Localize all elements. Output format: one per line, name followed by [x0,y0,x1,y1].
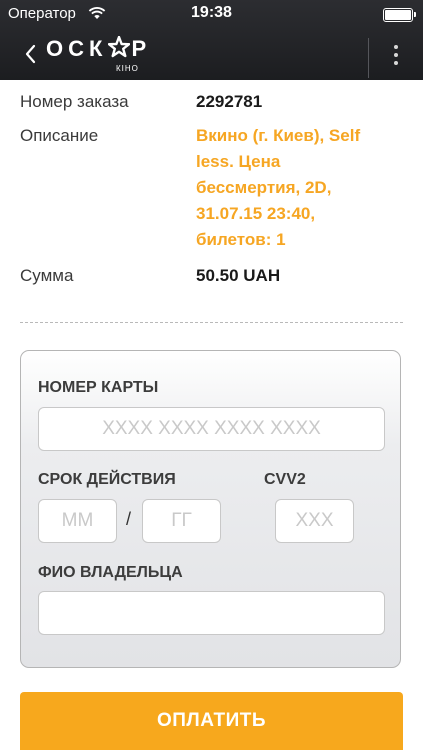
back-button[interactable] [22,42,40,66]
battery-icon [383,8,416,22]
logo-subtitle: КІНО [116,64,139,73]
logo-text-left: ОСК [46,36,108,61]
clock: 19:38 [191,4,232,21]
card-number-label: НОМЕР КАРТЫ [38,379,159,396]
logo-text-right: Р [131,36,152,61]
sum-label: Сумма [20,266,74,285]
cvv-label: CVV2 [264,471,306,488]
menu-button[interactable] [383,42,409,68]
dashed-divider [20,322,403,323]
expiry-label: СРОК ДЕЙСТВИЯ [38,471,176,488]
card-form: НОМЕР КАРТЫ СРОК ДЕЙСТВИЯ CVV2 / ФИО ВЛА… [20,350,401,668]
oscar-logo: ОСК Р КІНО [46,35,166,76]
pay-button[interactable]: ОПЛАТИТЬ [20,692,403,750]
order-number-label: Номер заказа [20,92,129,111]
sum-value: 50.50 UAH [196,266,281,285]
expiry-year-input[interactable] [142,499,221,543]
app-header: Оператор 19:38 ОСК Р КІНО [0,0,423,80]
navigation-bar: ОСК Р КІНО [0,28,423,80]
description-line: билетов: 1 [196,230,286,249]
cvv-input[interactable] [275,499,354,543]
description-value: Вкино (г. Киев), Self less. Цена бессмер… [196,123,396,253]
cardholder-name-input[interactable] [38,591,385,635]
description-label: Описание [20,126,99,145]
expiry-month-input[interactable] [38,499,117,543]
status-bar: Оператор 19:38 [0,0,423,28]
star-icon [108,35,131,64]
nav-divider [368,38,369,78]
cardholder-label: ФИО ВЛАДЕЛЬЦА [38,564,183,581]
description-line: бессмертия, 2D, [196,178,332,197]
chevron-left-icon [25,44,36,64]
description-line: 31.07.15 23:40, [196,204,316,223]
card-number-input[interactable] [38,407,385,451]
description-line: Вкино (г. Киев), Self [196,126,361,145]
order-number-value: 2292781 [196,92,263,111]
expiry-separator: / [126,509,132,529]
description-line: less. Цена [196,152,281,171]
